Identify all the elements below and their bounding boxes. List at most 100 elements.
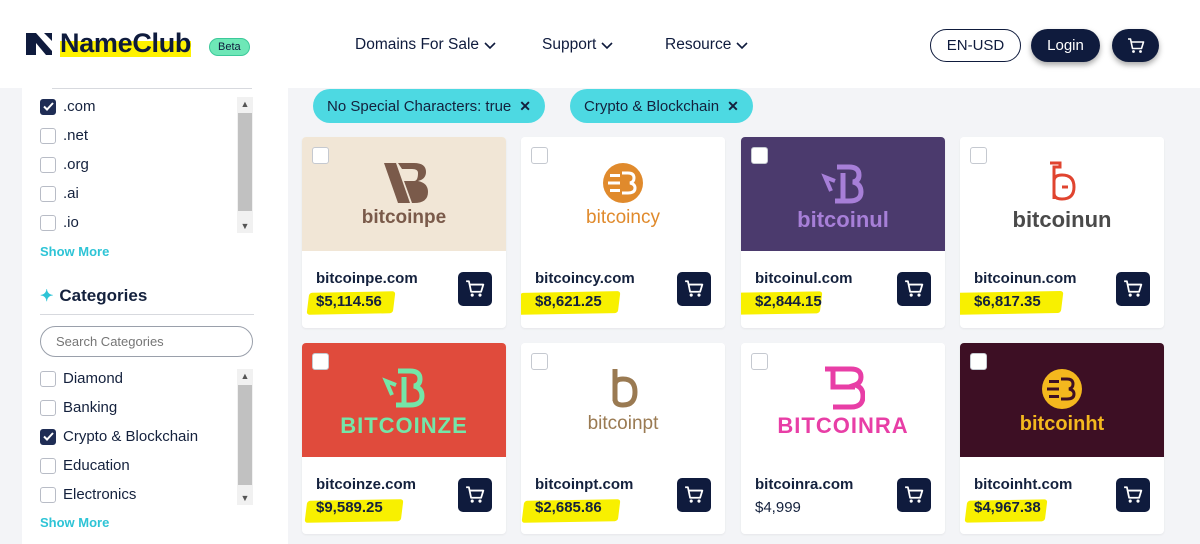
domain-card[interactable]: BITCOINRA bitcoinra.com $4,999 bbox=[741, 343, 945, 534]
domain-logo-image: bitcoinpt bbox=[521, 343, 725, 457]
scroll-up-icon[interactable]: ▲ bbox=[237, 369, 253, 383]
domain-price: $2,844.15 bbox=[755, 293, 822, 310]
checkbox[interactable] bbox=[40, 486, 56, 503]
b-arrow-logo-icon bbox=[821, 164, 864, 204]
category-label: Banking bbox=[63, 399, 118, 416]
select-checkbox[interactable] bbox=[751, 147, 768, 164]
nav-domains-for-sale[interactable]: Domains For Sale bbox=[355, 36, 497, 54]
cart-icon bbox=[905, 486, 924, 503]
domain-card[interactable]: bitcoinun bitcoinun.com $6,817.35 bbox=[960, 137, 1164, 328]
show-more-categories-link[interactable]: Show More bbox=[40, 515, 109, 530]
close-icon[interactable]: ✕ bbox=[519, 98, 531, 115]
domain-name[interactable]: bitcoinze.com bbox=[316, 476, 416, 493]
extension-io-checkbox[interactable]: .io bbox=[40, 214, 79, 231]
domain-name[interactable]: bitcoinpe.com bbox=[316, 270, 418, 287]
domain-name[interactable]: bitcoincy.com bbox=[535, 270, 635, 287]
domain-price: $2,685.86 bbox=[535, 499, 602, 516]
domain-name[interactable]: bitcoinra.com bbox=[755, 476, 853, 493]
add-to-cart-button[interactable] bbox=[677, 272, 711, 306]
checkbox[interactable] bbox=[40, 127, 56, 144]
cart-icon bbox=[466, 486, 485, 503]
add-to-cart-button[interactable] bbox=[677, 478, 711, 512]
scroll-down-icon[interactable]: ▼ bbox=[237, 491, 253, 505]
cart-icon bbox=[905, 280, 924, 297]
logo[interactable]: NameClub bbox=[24, 28, 191, 59]
extensions-scrollbar[interactable]: ▲ ▼ bbox=[237, 97, 253, 233]
select-checkbox[interactable] bbox=[312, 353, 329, 370]
select-checkbox[interactable] bbox=[970, 147, 987, 164]
filter-chip-special-characters[interactable]: No Special Characters: true ✕ bbox=[313, 89, 545, 123]
extension-org-checkbox[interactable]: .org bbox=[40, 156, 89, 173]
select-checkbox[interactable] bbox=[751, 353, 768, 370]
add-to-cart-button[interactable] bbox=[897, 272, 931, 306]
login-button[interactable]: Login bbox=[1031, 29, 1100, 62]
domain-name[interactable]: bitcoinun.com bbox=[974, 270, 1077, 287]
domain-logo-image: bitcoinht bbox=[960, 343, 1164, 457]
select-checkbox[interactable] bbox=[531, 147, 548, 164]
chip-label: Crypto & Blockchain bbox=[584, 97, 720, 115]
categories-scrollbar[interactable]: ▲ ▼ bbox=[237, 369, 253, 505]
domain-name[interactable]: bitcoinpt.com bbox=[535, 476, 633, 493]
domain-price: $5,114.56 bbox=[316, 293, 382, 310]
checkbox[interactable] bbox=[40, 214, 56, 231]
checkbox[interactable] bbox=[40, 370, 56, 387]
domain-logo-image: bitcoinul bbox=[741, 137, 945, 251]
category-banking-checkbox[interactable]: Banking bbox=[40, 399, 117, 416]
domain-card[interactable]: bitcoinpe bitcoinpe.com $5,114.56 bbox=[302, 137, 506, 328]
domain-name[interactable]: bitcoinul.com bbox=[755, 270, 853, 287]
select-checkbox[interactable] bbox=[312, 147, 329, 164]
nav-support[interactable]: Support bbox=[542, 36, 614, 54]
currency-language-button[interactable]: EN-USD bbox=[930, 29, 1021, 62]
domain-logo-image: bitcoinun bbox=[960, 137, 1164, 251]
domain-name[interactable]: bitcoinht.com bbox=[974, 476, 1072, 493]
close-icon[interactable]: ✕ bbox=[727, 98, 739, 115]
search-categories-input[interactable] bbox=[40, 326, 253, 357]
add-to-cart-button[interactable] bbox=[458, 272, 492, 306]
cart-icon bbox=[685, 486, 704, 503]
extension-ai-checkbox[interactable]: .ai bbox=[40, 185, 79, 202]
extension-net-checkbox[interactable]: .net bbox=[40, 127, 88, 144]
select-checkbox[interactable] bbox=[970, 353, 987, 370]
domain-logo-image: bitcoincy bbox=[521, 137, 725, 251]
domain-price: $4,999 bbox=[755, 499, 801, 516]
checkbox-checked[interactable] bbox=[40, 428, 56, 445]
chevron-down-icon bbox=[601, 42, 613, 50]
select-checkbox[interactable] bbox=[531, 353, 548, 370]
checkbox-checked[interactable] bbox=[40, 98, 56, 115]
divider bbox=[52, 88, 252, 89]
brand-wordmark: bitcoinpt bbox=[587, 413, 659, 434]
domain-logo-image: BITCOINZE bbox=[302, 343, 506, 457]
scroll-thumb[interactable] bbox=[238, 113, 252, 211]
checkbox[interactable] bbox=[40, 457, 56, 474]
site-header: NameClub Beta Domains For Sale Support R… bbox=[0, 0, 1200, 88]
add-to-cart-button[interactable] bbox=[458, 478, 492, 512]
domain-card[interactable]: bitcoinul bitcoinul.com $2,844.15 bbox=[741, 137, 945, 328]
add-to-cart-button[interactable] bbox=[1116, 478, 1150, 512]
category-diamond-checkbox[interactable]: Diamond bbox=[40, 370, 123, 387]
domain-card[interactable]: bitcoinht bitcoinht.com $4,967.38 bbox=[960, 343, 1164, 534]
checkbox[interactable] bbox=[40, 185, 56, 202]
extension-label: .com bbox=[63, 98, 96, 115]
domain-card[interactable]: bitcoincy bitcoincy.com $8,621.25 bbox=[521, 137, 725, 328]
scroll-thumb[interactable] bbox=[238, 385, 252, 485]
b-logo-icon bbox=[384, 163, 428, 203]
chevron-down-icon bbox=[736, 42, 748, 50]
add-to-cart-button[interactable] bbox=[1116, 272, 1150, 306]
category-label: Crypto & Blockchain bbox=[63, 428, 199, 445]
checkbox[interactable] bbox=[40, 399, 56, 416]
checkbox[interactable] bbox=[40, 156, 56, 173]
categories-title: Categories bbox=[59, 286, 148, 305]
domain-card[interactable]: bitcoinpt bitcoinpt.com $2,685.86 bbox=[521, 343, 725, 534]
add-to-cart-button[interactable] bbox=[897, 478, 931, 512]
scroll-up-icon[interactable]: ▲ bbox=[237, 97, 253, 111]
category-crypto-checkbox[interactable]: Crypto & Blockchain bbox=[40, 428, 198, 445]
show-more-extensions-link[interactable]: Show More bbox=[40, 244, 109, 259]
domain-card[interactable]: BITCOINZE bitcoinze.com $9,589.25 bbox=[302, 343, 506, 534]
category-education-checkbox[interactable]: Education bbox=[40, 457, 130, 474]
category-electronics-checkbox[interactable]: Electronics bbox=[40, 486, 136, 503]
extension-com-checkbox[interactable]: .com bbox=[40, 98, 96, 115]
filter-chip-crypto[interactable]: Crypto & Blockchain ✕ bbox=[570, 89, 753, 123]
header-cart-button[interactable] bbox=[1112, 29, 1159, 62]
scroll-down-icon[interactable]: ▼ bbox=[237, 219, 253, 233]
nav-resource[interactable]: Resource bbox=[665, 36, 749, 54]
